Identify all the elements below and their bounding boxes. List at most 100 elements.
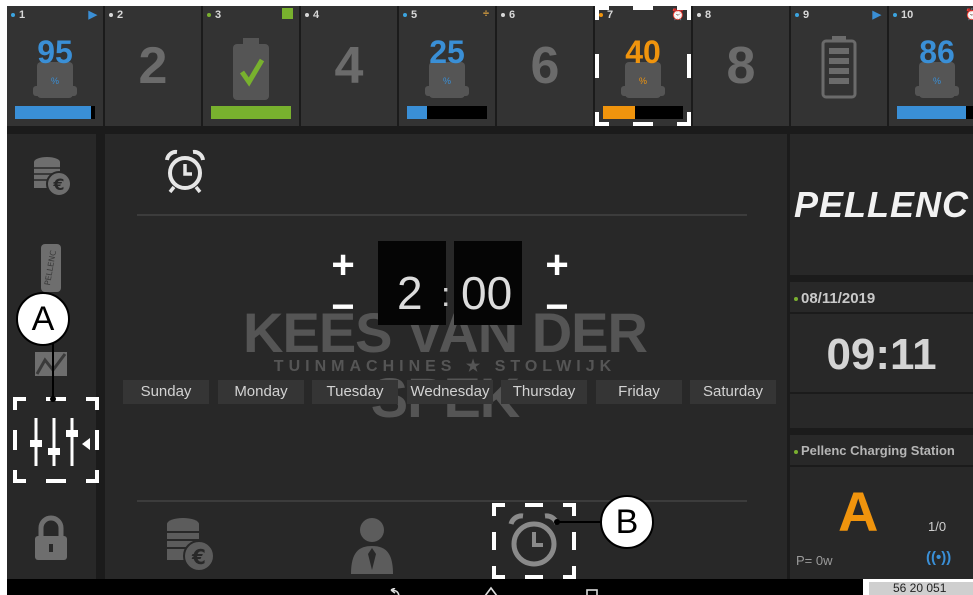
battery-slot-3[interactable]: 3 <box>203 6 299 126</box>
battery-slot-7[interactable]: 7 ⏰ 40% <box>595 6 691 126</box>
slot-status-dot <box>305 13 309 18</box>
slot-index: 2 <box>109 9 123 21</box>
station-divider <box>790 465 973 467</box>
slot-charge-value: 86 <box>919 34 955 70</box>
tab-billing-coins-icon[interactable]: € <box>159 514 215 576</box>
slot-number: 3 <box>215 9 222 21</box>
time-separator: : <box>441 276 451 314</box>
slot-index: 5 <box>403 9 417 21</box>
hours-value: 2 <box>397 267 423 319</box>
slot-charge-value: 25 <box>429 34 465 70</box>
wireless-signal-icon: ((•)) <box>926 549 952 566</box>
station-letter: A <box>838 480 879 543</box>
battery-slot-6[interactable]: 66 <box>497 6 593 126</box>
callout-a-pointer <box>52 338 54 398</box>
slot-index: 9 <box>795 9 809 21</box>
day-friday[interactable]: Friday <box>596 380 682 404</box>
pellenc-logo: PELLENC <box>793 184 969 225</box>
slot-status-dot <box>207 13 211 18</box>
slot-status-dot <box>403 13 407 18</box>
timer-panel: KEES VAN DER SPEK TUINMACHINES ★ STOLWIJ… <box>105 134 787 579</box>
charge-progress-fill <box>15 106 91 119</box>
sidebar-settings-sliders-icon[interactable] <box>12 396 100 484</box>
slot-index: 10 <box>893 9 913 21</box>
battery-slot-4[interactable]: 44 <box>301 6 397 126</box>
charge-progress-fill <box>897 106 966 119</box>
battery-slot-1[interactable]: 1 ▶ 95% <box>7 6 103 126</box>
svg-text:€: € <box>191 545 206 569</box>
slot-number: 5 <box>411 9 418 21</box>
charging-station-panel: Pellenc Charging Station A 1/0 P= 0w ((•… <box>790 435 973 579</box>
play-icon: ▶ <box>872 9 881 21</box>
slot-empty-number: 6 <box>530 37 560 95</box>
slot-status-dot <box>795 13 799 18</box>
slot-charge-unit: % <box>932 76 941 86</box>
divider-bottom <box>137 500 747 502</box>
slot-status-dot <box>893 13 897 18</box>
station-row: Pellenc Charging Station <box>794 443 973 458</box>
station-name: Pellenc Charging Station <box>801 443 955 458</box>
slot-status-dot <box>501 13 505 18</box>
minutes-value: 00 <box>461 267 513 319</box>
day-wednesday[interactable]: Wednesday <box>407 380 493 404</box>
charge-progress-bar <box>211 106 291 119</box>
slot-status-dot <box>11 13 15 18</box>
play-icon: ▶ <box>88 9 97 21</box>
slot-number: 1 <box>19 9 26 21</box>
slot-charge-unit: % <box>442 76 451 86</box>
back-icon[interactable] <box>387 585 401 595</box>
battery-slot-2[interactable]: 22 <box>105 6 201 126</box>
watermark-subtitle: TUINMACHINES ★ STOLWIJK <box>273 358 617 375</box>
slot-index: 8 <box>697 9 711 21</box>
day-saturday[interactable]: Saturday <box>690 380 776 404</box>
slot-charge-unit: % <box>50 76 59 86</box>
station-power: P= 0w <box>796 553 833 568</box>
current-date: 08/11/2019 <box>801 290 876 307</box>
slot-number: 4 <box>313 9 320 21</box>
svg-text:€: € <box>52 175 64 194</box>
day-monday[interactable]: Monday <box>218 380 304 404</box>
android-nav-bar <box>7 579 863 595</box>
hours-minus-button[interactable]: − <box>320 284 366 336</box>
date-row: 08/11/2019 <box>794 290 875 307</box>
slot-index: 6 <box>501 9 515 21</box>
day-tuesday[interactable]: Tuesday <box>312 380 398 404</box>
slot-number: 10 <box>901 9 914 21</box>
day-thursday[interactable]: Thursday <box>501 380 587 404</box>
callout-b-pointer-dot <box>554 519 560 525</box>
tab-user-icon[interactable] <box>347 514 397 576</box>
callout-b: B <box>600 495 654 549</box>
current-time: 09:11 <box>826 330 937 379</box>
slot-empty-number: 4 <box>334 37 364 95</box>
minutes-minus-button[interactable]: − <box>534 284 580 336</box>
sidebar-battery-pack-icon[interactable]: PELLENC <box>21 238 81 298</box>
battery-slot-10[interactable]: 10 ⏰ 86% <box>889 6 973 126</box>
home-icon[interactable] <box>483 584 499 595</box>
sidebar-lock-icon[interactable] <box>21 510 81 570</box>
charge-progress-bar <box>407 106 487 119</box>
slot-charge-value: 95 <box>37 34 73 70</box>
station-status-dot <box>794 449 798 454</box>
battery-slot-9[interactable]: 9 ▶ <box>791 6 887 126</box>
tab-timer-alarm-icon[interactable] <box>491 502 577 580</box>
clock-panel: 08/11/2019 09:11 <box>790 282 973 428</box>
battery-slot-8[interactable]: 88 <box>693 6 789 126</box>
slot-index: 4 <box>305 9 319 21</box>
slot-empty-number: 2 <box>138 37 168 95</box>
recent-apps-icon[interactable] <box>585 585 599 595</box>
charge-progress-bar <box>897 106 973 119</box>
brand-panel: PELLENC <box>790 134 973 275</box>
callout-b-pointer <box>556 521 602 523</box>
slot-number: 9 <box>803 9 810 21</box>
clock-divider-top <box>790 312 973 314</box>
charge-progress-fill <box>407 106 427 119</box>
slot-number: 6 <box>509 9 516 21</box>
battery-check-icon <box>229 38 273 102</box>
sidebar-coins-icon[interactable]: € <box>21 148 81 208</box>
slot-number: 2 <box>117 9 124 21</box>
callout-a-pointer-dot <box>50 396 56 402</box>
battery-slot-5[interactable]: 5 ÷ 25% <box>399 6 495 126</box>
day-sunday[interactable]: Sunday <box>123 380 209 404</box>
device-frame: 1 ▶ 95% 2 2 3 4 4 5 ÷ 25% 6 6 7 ⏰ 40% 8 8 9 ▶ 10 ⏰ 86% € <box>0 0 973 595</box>
slot-status-dot <box>697 13 701 18</box>
